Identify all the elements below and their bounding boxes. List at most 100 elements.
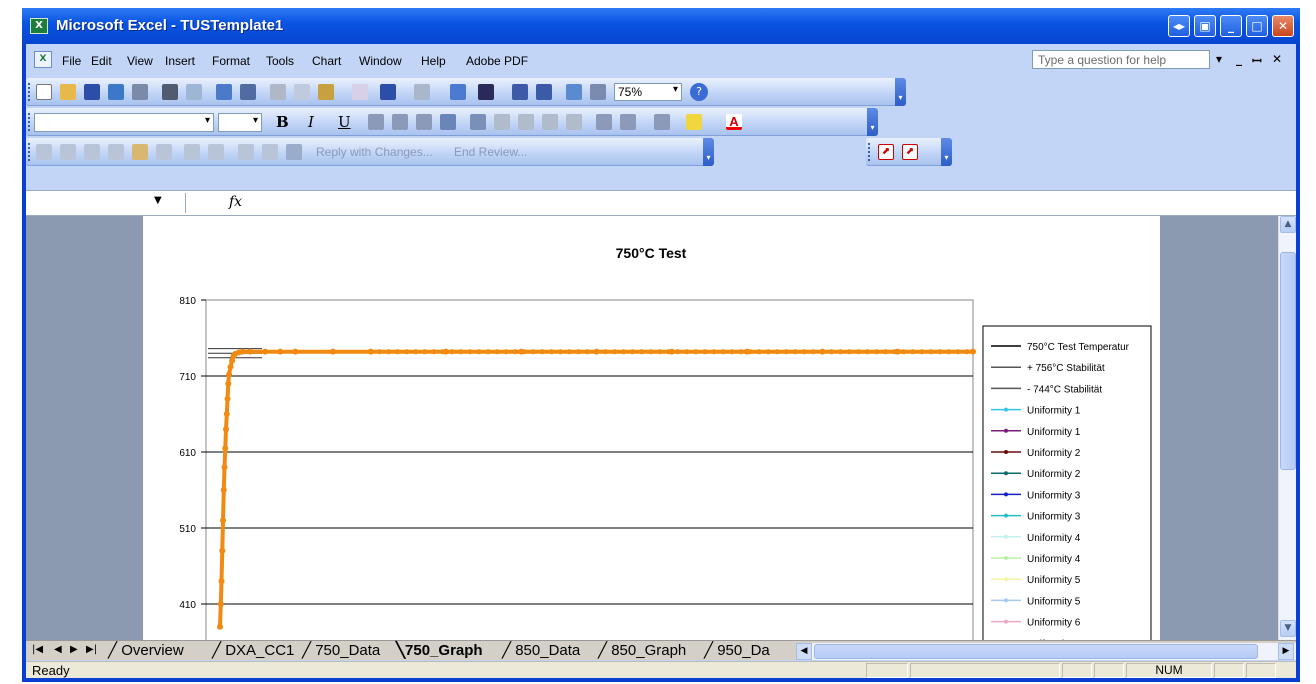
font-name-select[interactable]: ▾: [34, 113, 214, 132]
review-icon-6[interactable]: [156, 144, 172, 160]
minimize-button[interactable]: _: [1220, 15, 1242, 37]
tab-850-data[interactable]: ╱ 850_Data: [502, 641, 580, 659]
decrease-indent-icon[interactable]: [596, 114, 612, 130]
permission-icon[interactable]: [108, 84, 124, 100]
help-icon[interactable]: ?: [690, 83, 708, 101]
print-icon[interactable]: [162, 84, 178, 100]
menu-file[interactable]: File: [62, 54, 81, 68]
pdf-email-icon[interactable]: ⬈: [902, 144, 918, 160]
review-icon-1[interactable]: [36, 144, 52, 160]
toolbar-options-icon[interactable]: ▾: [895, 78, 906, 106]
print-preview-icon[interactable]: [186, 84, 202, 100]
chevron-down-icon[interactable]: ▾: [253, 115, 258, 126]
review-icon-2[interactable]: [60, 144, 76, 160]
autosum-icon[interactable]: [478, 84, 494, 100]
review-icon-5[interactable]: [132, 144, 148, 160]
paste-icon[interactable]: [318, 84, 334, 100]
open-icon[interactable]: [60, 84, 76, 100]
font-size-select[interactable]: ▾: [218, 113, 262, 132]
font-color-icon[interactable]: A: [726, 114, 742, 130]
doc-restore-icon[interactable]: ꟷ: [1252, 52, 1262, 69]
review-icon-11[interactable]: [286, 144, 302, 160]
format-painter-icon[interactable]: [352, 84, 368, 100]
workbook-icon[interactable]: X: [34, 51, 52, 68]
chart-wizard-icon[interactable]: [566, 84, 582, 100]
chevron-down-icon[interactable]: ▼: [154, 195, 162, 206]
prev-sheet-icon[interactable]: ◀: [54, 644, 62, 655]
name-box[interactable]: ▼: [26, 193, 186, 213]
review-icon-7[interactable]: [184, 144, 200, 160]
sort-descending-icon[interactable]: [536, 84, 552, 100]
underline-button[interactable]: U: [338, 113, 351, 131]
tab-dxa-cc1[interactable]: ╱ DXA_CC1: [212, 641, 294, 659]
window-extra-button[interactable]: ◂▸: [1168, 15, 1190, 37]
menu-view[interactable]: View: [127, 54, 153, 68]
menu-help[interactable]: Help: [421, 54, 446, 68]
tab-950-data[interactable]: ╱ 950_Da: [704, 641, 770, 659]
menu-edit[interactable]: Edit: [91, 54, 112, 68]
research-icon[interactable]: [240, 84, 256, 100]
menu-tools[interactable]: Tools: [266, 54, 294, 68]
menu-format[interactable]: Format: [212, 54, 250, 68]
zoom-dropdown-icon[interactable]: ▾: [673, 84, 678, 95]
tab-750-graph[interactable]: ╲750_Graph: [396, 641, 483, 659]
new-icon[interactable]: [36, 84, 52, 100]
toolbar-options-icon[interactable]: ▾: [703, 138, 714, 166]
horizontal-scroll-thumb[interactable]: [814, 644, 1258, 659]
review-icon-9[interactable]: [238, 144, 254, 160]
copy-icon[interactable]: [294, 84, 310, 100]
chevron-down-icon[interactable]: ▾: [205, 115, 210, 126]
scroll-down-icon[interactable]: ▼: [1280, 620, 1296, 637]
menu-chart[interactable]: Chart: [312, 54, 341, 68]
save-icon[interactable]: [84, 84, 100, 100]
menu-adobe-pdf[interactable]: Adobe PDF: [466, 54, 528, 68]
borders-icon[interactable]: [654, 114, 670, 130]
horizontal-scrollbar[interactable]: ◀ ▶: [796, 643, 1296, 660]
redo-icon[interactable]: [414, 84, 430, 100]
title-bar[interactable]: X Microsoft Excel - TUSTemplate1 ◂▸ ▣ _ …: [22, 8, 1300, 44]
excel-icon[interactable]: X: [30, 18, 48, 34]
toolbar-options-icon[interactable]: ▾: [941, 138, 952, 166]
scroll-right-icon[interactable]: ▶: [1278, 643, 1294, 660]
drawing-icon[interactable]: [590, 84, 606, 100]
review-icon-8[interactable]: [208, 144, 224, 160]
scroll-left-icon[interactable]: ◀: [796, 643, 812, 660]
currency-icon[interactable]: [470, 114, 486, 130]
next-sheet-icon[interactable]: ▶: [70, 644, 78, 655]
first-sheet-icon[interactable]: |◀: [32, 644, 43, 655]
vertical-scroll-thumb[interactable]: [1280, 252, 1296, 470]
menu-insert[interactable]: Insert: [165, 54, 195, 68]
chart-page[interactable]: 750°C Test 810 710 610 510 410 750°C Test Te…: [143, 216, 1160, 640]
bold-button[interactable]: B: [276, 113, 289, 131]
spelling-icon[interactable]: [216, 84, 232, 100]
align-right-icon[interactable]: [416, 114, 432, 130]
merge-center-icon[interactable]: [440, 114, 456, 130]
tab-750-data[interactable]: ╱ 750_Data: [302, 641, 380, 659]
tab-850-graph[interactable]: ╱ 850_Graph: [598, 641, 686, 659]
align-center-icon[interactable]: [392, 114, 408, 130]
toolbar-options-icon[interactable]: ▾: [867, 108, 878, 136]
percent-icon[interactable]: [494, 114, 510, 130]
close-button[interactable]: ✕: [1272, 15, 1294, 37]
italic-button[interactable]: I: [308, 113, 314, 131]
help-dropdown-icon[interactable]: ▾: [1216, 52, 1222, 66]
last-sheet-icon[interactable]: ▶|: [86, 644, 97, 655]
menu-window[interactable]: Window: [359, 54, 402, 68]
doc-minimize-icon[interactable]: _: [1236, 52, 1242, 66]
vertical-scrollbar[interactable]: ▲ ▼: [1278, 216, 1296, 640]
comma-style-icon[interactable]: [518, 114, 534, 130]
review-icon-4[interactable]: [108, 144, 124, 160]
maximize-button[interactable]: □: [1246, 15, 1268, 37]
scroll-up-icon[interactable]: ▲: [1280, 216, 1296, 233]
restore-icon[interactable]: ▣: [1194, 15, 1216, 37]
end-review-button[interactable]: End Review...: [454, 145, 527, 159]
email-icon[interactable]: [132, 84, 148, 100]
increase-decimal-icon[interactable]: [542, 114, 558, 130]
cut-icon[interactable]: [270, 84, 286, 100]
decrease-decimal-icon[interactable]: [566, 114, 582, 130]
increase-indent-icon[interactable]: [620, 114, 636, 130]
sort-ascending-icon[interactable]: [512, 84, 528, 100]
fx-icon[interactable]: fx: [229, 194, 242, 210]
doc-close-icon[interactable]: ✕: [1272, 52, 1282, 66]
tab-overview[interactable]: ╱ Overview: [108, 641, 184, 659]
